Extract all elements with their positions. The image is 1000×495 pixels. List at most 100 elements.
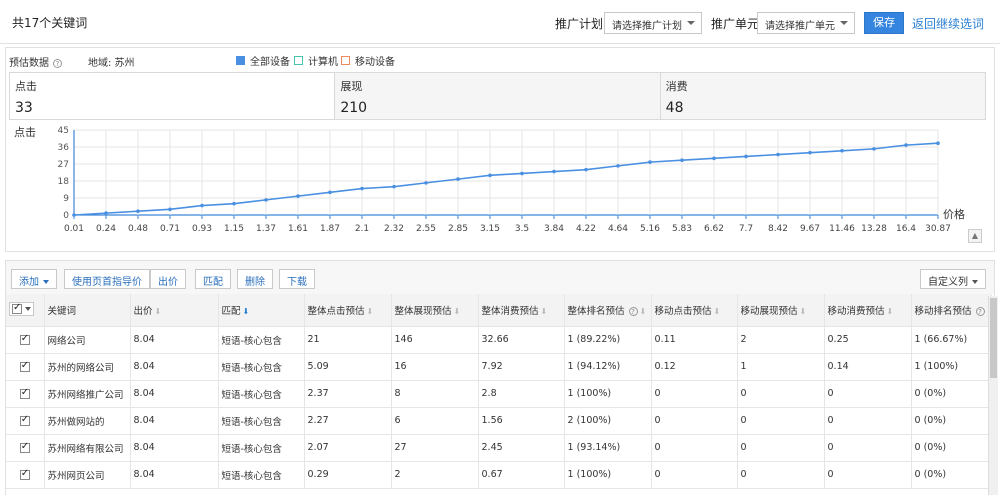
col-label: 整体消费预估: [481, 305, 539, 317]
sort-icon[interactable]: ⬇: [887, 307, 894, 316]
row-checkbox[interactable]: [19, 414, 30, 426]
col-mobile-rank[interactable]: 移动排名预估?: [911, 294, 992, 327]
bid-button[interactable]: 出价: [150, 269, 186, 289]
select-all-checkbox[interactable]: [9, 302, 34, 317]
x-tick-label: 3.15: [480, 224, 500, 234]
row-select-cell[interactable]: [6, 461, 45, 489]
back-to-select-link[interactable]: 返回继续选词: [912, 15, 984, 32]
col-total-clicks[interactable]: 整体点击预估 ⬇: [304, 294, 392, 327]
data-point: [776, 152, 780, 157]
x-tick-label: 2.32: [384, 224, 404, 234]
sort-icon[interactable]: ⬇: [800, 307, 807, 316]
table-cell: 16: [391, 353, 479, 381]
table-cell: 1 (89.22%): [564, 326, 652, 354]
legend-all-devices[interactable]: 全部设备: [236, 53, 290, 68]
sort-icon[interactable]: ⬇: [243, 307, 250, 316]
data-point: [456, 177, 460, 181]
data-point: [520, 171, 524, 176]
col-mobile-clicks[interactable]: 移动点击预估 ⬇: [651, 294, 738, 327]
scrollbar-thumb[interactable]: [990, 298, 997, 378]
table-cell: 27: [391, 434, 479, 462]
add-button[interactable]: 添加: [11, 269, 57, 289]
sort-icon[interactable]: ⬇: [541, 307, 548, 316]
data-point: [136, 209, 140, 214]
table-cell: 短语-核心包含: [218, 380, 305, 408]
sort-icon[interactable]: ⬇: [714, 307, 721, 316]
chevron-down-icon: [972, 280, 978, 284]
stat-value: 48: [665, 100, 684, 116]
row-checkbox[interactable]: [19, 333, 30, 345]
row-checkbox[interactable]: [19, 468, 30, 480]
x-tick-label: 30.87: [925, 224, 951, 234]
legend-computer[interactable]: 计算机: [294, 53, 338, 68]
unit-select[interactable]: 请选择推广单元: [757, 12, 855, 34]
data-point: [168, 207, 172, 212]
x-tick-label: 2.55: [416, 224, 436, 234]
table-row[interactable]: 苏州网络有限公司8.04短语-核心包含2.07272.451 (93.14%)0…: [6, 434, 992, 462]
col-label: 关键词: [47, 305, 77, 317]
table-cell: 8.04: [130, 326, 219, 354]
help-icon[interactable]: ?: [53, 58, 62, 68]
row-select-cell[interactable]: [6, 434, 45, 462]
help-icon[interactable]: ?: [975, 306, 985, 316]
sort-icon[interactable]: ⬇: [454, 307, 461, 316]
scroll-up-icon[interactable]: ▲: [968, 229, 982, 243]
save-button[interactable]: 保存: [864, 12, 904, 34]
match-button[interactable]: 匹配: [195, 269, 231, 289]
table-row[interactable]: 苏州网页公司8.04短语-核心包含0.2920.671 (100%)0000 (…: [6, 461, 992, 489]
plan-select[interactable]: 请选择推广计划: [604, 12, 702, 34]
page-header: 共17个关键词 推广计划 请选择推广计划 推广单元 请选择推广单元 保存 返回继…: [0, 0, 1000, 44]
chevron-down-icon: [840, 21, 848, 25]
row-checkbox[interactable]: [19, 360, 30, 372]
col-total-impressions[interactable]: 整体展现预估 ⬇: [391, 294, 479, 327]
sort-icon[interactable]: ⬇: [640, 307, 647, 316]
row-checkbox[interactable]: [19, 387, 30, 399]
col-mobile-cost[interactable]: 移动消费预估 ⬇: [824, 294, 912, 327]
row-checkbox[interactable]: [19, 441, 30, 453]
table-cell: 2.45: [478, 434, 565, 462]
table-cell: 2 (100%): [564, 407, 652, 435]
legend-mobile[interactable]: 移动设备: [341, 53, 395, 68]
download-button[interactable]: 下载: [279, 269, 315, 289]
table-cell: 0.12: [651, 353, 738, 381]
help-icon[interactable]: ?: [628, 306, 638, 316]
table-row[interactable]: 苏州的网络公司8.04短语-核心包含5.09167.921 (94.12%)0.…: [6, 353, 992, 381]
checkbox[interactable]: [12, 302, 22, 315]
chevron-down-icon: [687, 21, 695, 25]
table-cell: 短语-核心包含: [218, 326, 305, 354]
table-scrollbar[interactable]: [988, 296, 998, 495]
row-select-cell[interactable]: [6, 353, 45, 381]
col-label: 出价: [133, 305, 153, 317]
data-point: [616, 164, 620, 168]
custom-columns-button[interactable]: 自定义列: [920, 269, 986, 289]
select-all-header[interactable]: [6, 294, 45, 327]
col-mobile-impressions[interactable]: 移动展现预估 ⬇: [737, 294, 825, 327]
table-row[interactable]: 苏州做网站的8.04短语-核心包含2.2761.562 (100%)0000 (…: [6, 407, 992, 435]
col-match[interactable]: 匹配 ⬇: [218, 294, 305, 327]
col-total-rank[interactable]: 整体排名预估? ⬇: [564, 294, 652, 327]
stat-impressions[interactable]: 展现 210: [335, 73, 661, 119]
forecast-label-text: 预估数据: [9, 58, 49, 69]
row-select-cell[interactable]: [6, 407, 45, 435]
data-point: [296, 194, 300, 198]
table-cell: 苏州做网站的: [44, 407, 131, 435]
y-tick-label: 36: [58, 143, 70, 153]
col-bid[interactable]: 出价 ⬇: [130, 294, 219, 327]
sort-icon[interactable]: ⬇: [155, 307, 162, 316]
table-row[interactable]: 网络公司8.04短语-核心包含2114632.661 (89.22%)0.112…: [6, 326, 992, 354]
table-row[interactable]: 苏州网络推广公司8.04短语-核心包含2.3782.81 (100%)0000 …: [6, 380, 992, 408]
row-select-cell[interactable]: [6, 380, 45, 408]
table-cell: 2: [737, 326, 825, 354]
table-cell: 短语-核心包含: [218, 461, 305, 489]
col-total-cost[interactable]: 整体消费预估 ⬇: [478, 294, 565, 327]
stat-cost[interactable]: 消费 48: [660, 73, 985, 119]
row-select-cell[interactable]: [6, 326, 45, 354]
delete-button[interactable]: 删除: [237, 269, 273, 289]
col-keyword[interactable]: 关键词: [44, 294, 131, 327]
x-tick-label: 1.87: [320, 224, 340, 234]
sort-icon[interactable]: ⬇: [367, 307, 374, 316]
table-cell: 0: [737, 380, 825, 408]
use-first-bid-button[interactable]: 使用页首指导价: [64, 269, 150, 289]
col-label: 移动排名预估: [914, 305, 972, 317]
stat-clicks[interactable]: 点击 33: [10, 73, 336, 119]
